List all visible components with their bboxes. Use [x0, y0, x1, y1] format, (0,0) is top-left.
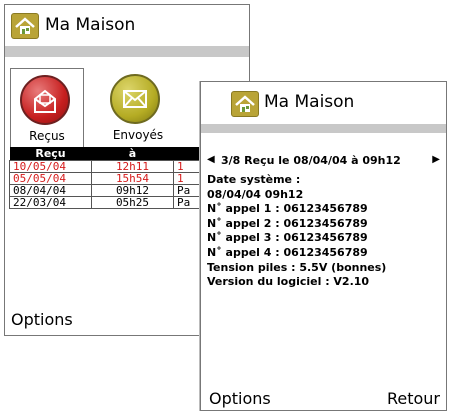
- column-header: Reçu: [9, 147, 92, 161]
- message-detail-screen: Ma Maison ◀ 3/8 Reçu le 08/04/04 à 09h12…: [200, 81, 447, 411]
- time-cell: 12h11: [91, 160, 174, 173]
- app-title: Ma Maison: [264, 92, 355, 112]
- message-body: Date système : 08/04/04 09h12 N˚ appel 1…: [207, 173, 441, 290]
- date-cell: 10/05/04: [9, 160, 92, 173]
- date-cell: 22/03/04: [9, 196, 92, 209]
- next-arrow-icon[interactable]: ▶: [432, 154, 440, 165]
- detail-line: 08/04/04 09h12: [207, 187, 304, 201]
- detail-line: Tension piles : 5.5V (bonnes): [207, 260, 387, 274]
- envelope-open-icon: [20, 75, 70, 125]
- column-header: à: [91, 147, 174, 161]
- previous-arrow-icon[interactable]: ◀: [207, 154, 215, 165]
- tile-sent[interactable]: Envoyés: [101, 68, 175, 148]
- message-navigator: ◀ 3/8 Reçu le 08/04/04 à 09h12 ▶: [207, 154, 440, 168]
- options-softkey[interactable]: Options: [11, 310, 73, 329]
- detail-line: N˚ appel 4 : 06123456789: [207, 245, 368, 259]
- detail-line: Version du logiciel : V2.10: [207, 275, 370, 289]
- app-title: Ma Maison: [45, 15, 136, 35]
- date-cell: 05/05/04: [9, 172, 92, 185]
- tile-received[interactable]: Reçus: [10, 68, 84, 148]
- detail-line: N˚ appel 1 : 06123456789: [207, 202, 368, 216]
- title-bar: Ma Maison: [5, 5, 249, 43]
- detail-line: Date système :: [207, 173, 301, 186]
- title-bar: Ma Maison: [201, 82, 446, 120]
- date-cell: 08/04/04: [9, 184, 92, 197]
- tile-label: Envoyés: [112, 128, 164, 142]
- time-cell: 05h25: [91, 196, 174, 209]
- tile-label: Reçus: [29, 129, 65, 143]
- time-cell: 09h12: [91, 184, 174, 197]
- title-separator: [5, 46, 249, 57]
- time-cell: 15h54: [91, 172, 174, 185]
- detail-line: N˚ appel 3 : 06123456789: [207, 231, 368, 245]
- house-icon: [11, 13, 39, 39]
- options-softkey[interactable]: Options: [209, 389, 271, 408]
- return-softkey[interactable]: Retour: [387, 389, 440, 408]
- house-icon: [231, 91, 259, 117]
- message-header: 3/8 Reçu le 08/04/04 à 09h12: [221, 154, 401, 167]
- title-separator: [201, 124, 446, 133]
- envelope-icon: [110, 74, 160, 124]
- detail-line: N˚ appel 2 : 06123456789: [207, 216, 368, 230]
